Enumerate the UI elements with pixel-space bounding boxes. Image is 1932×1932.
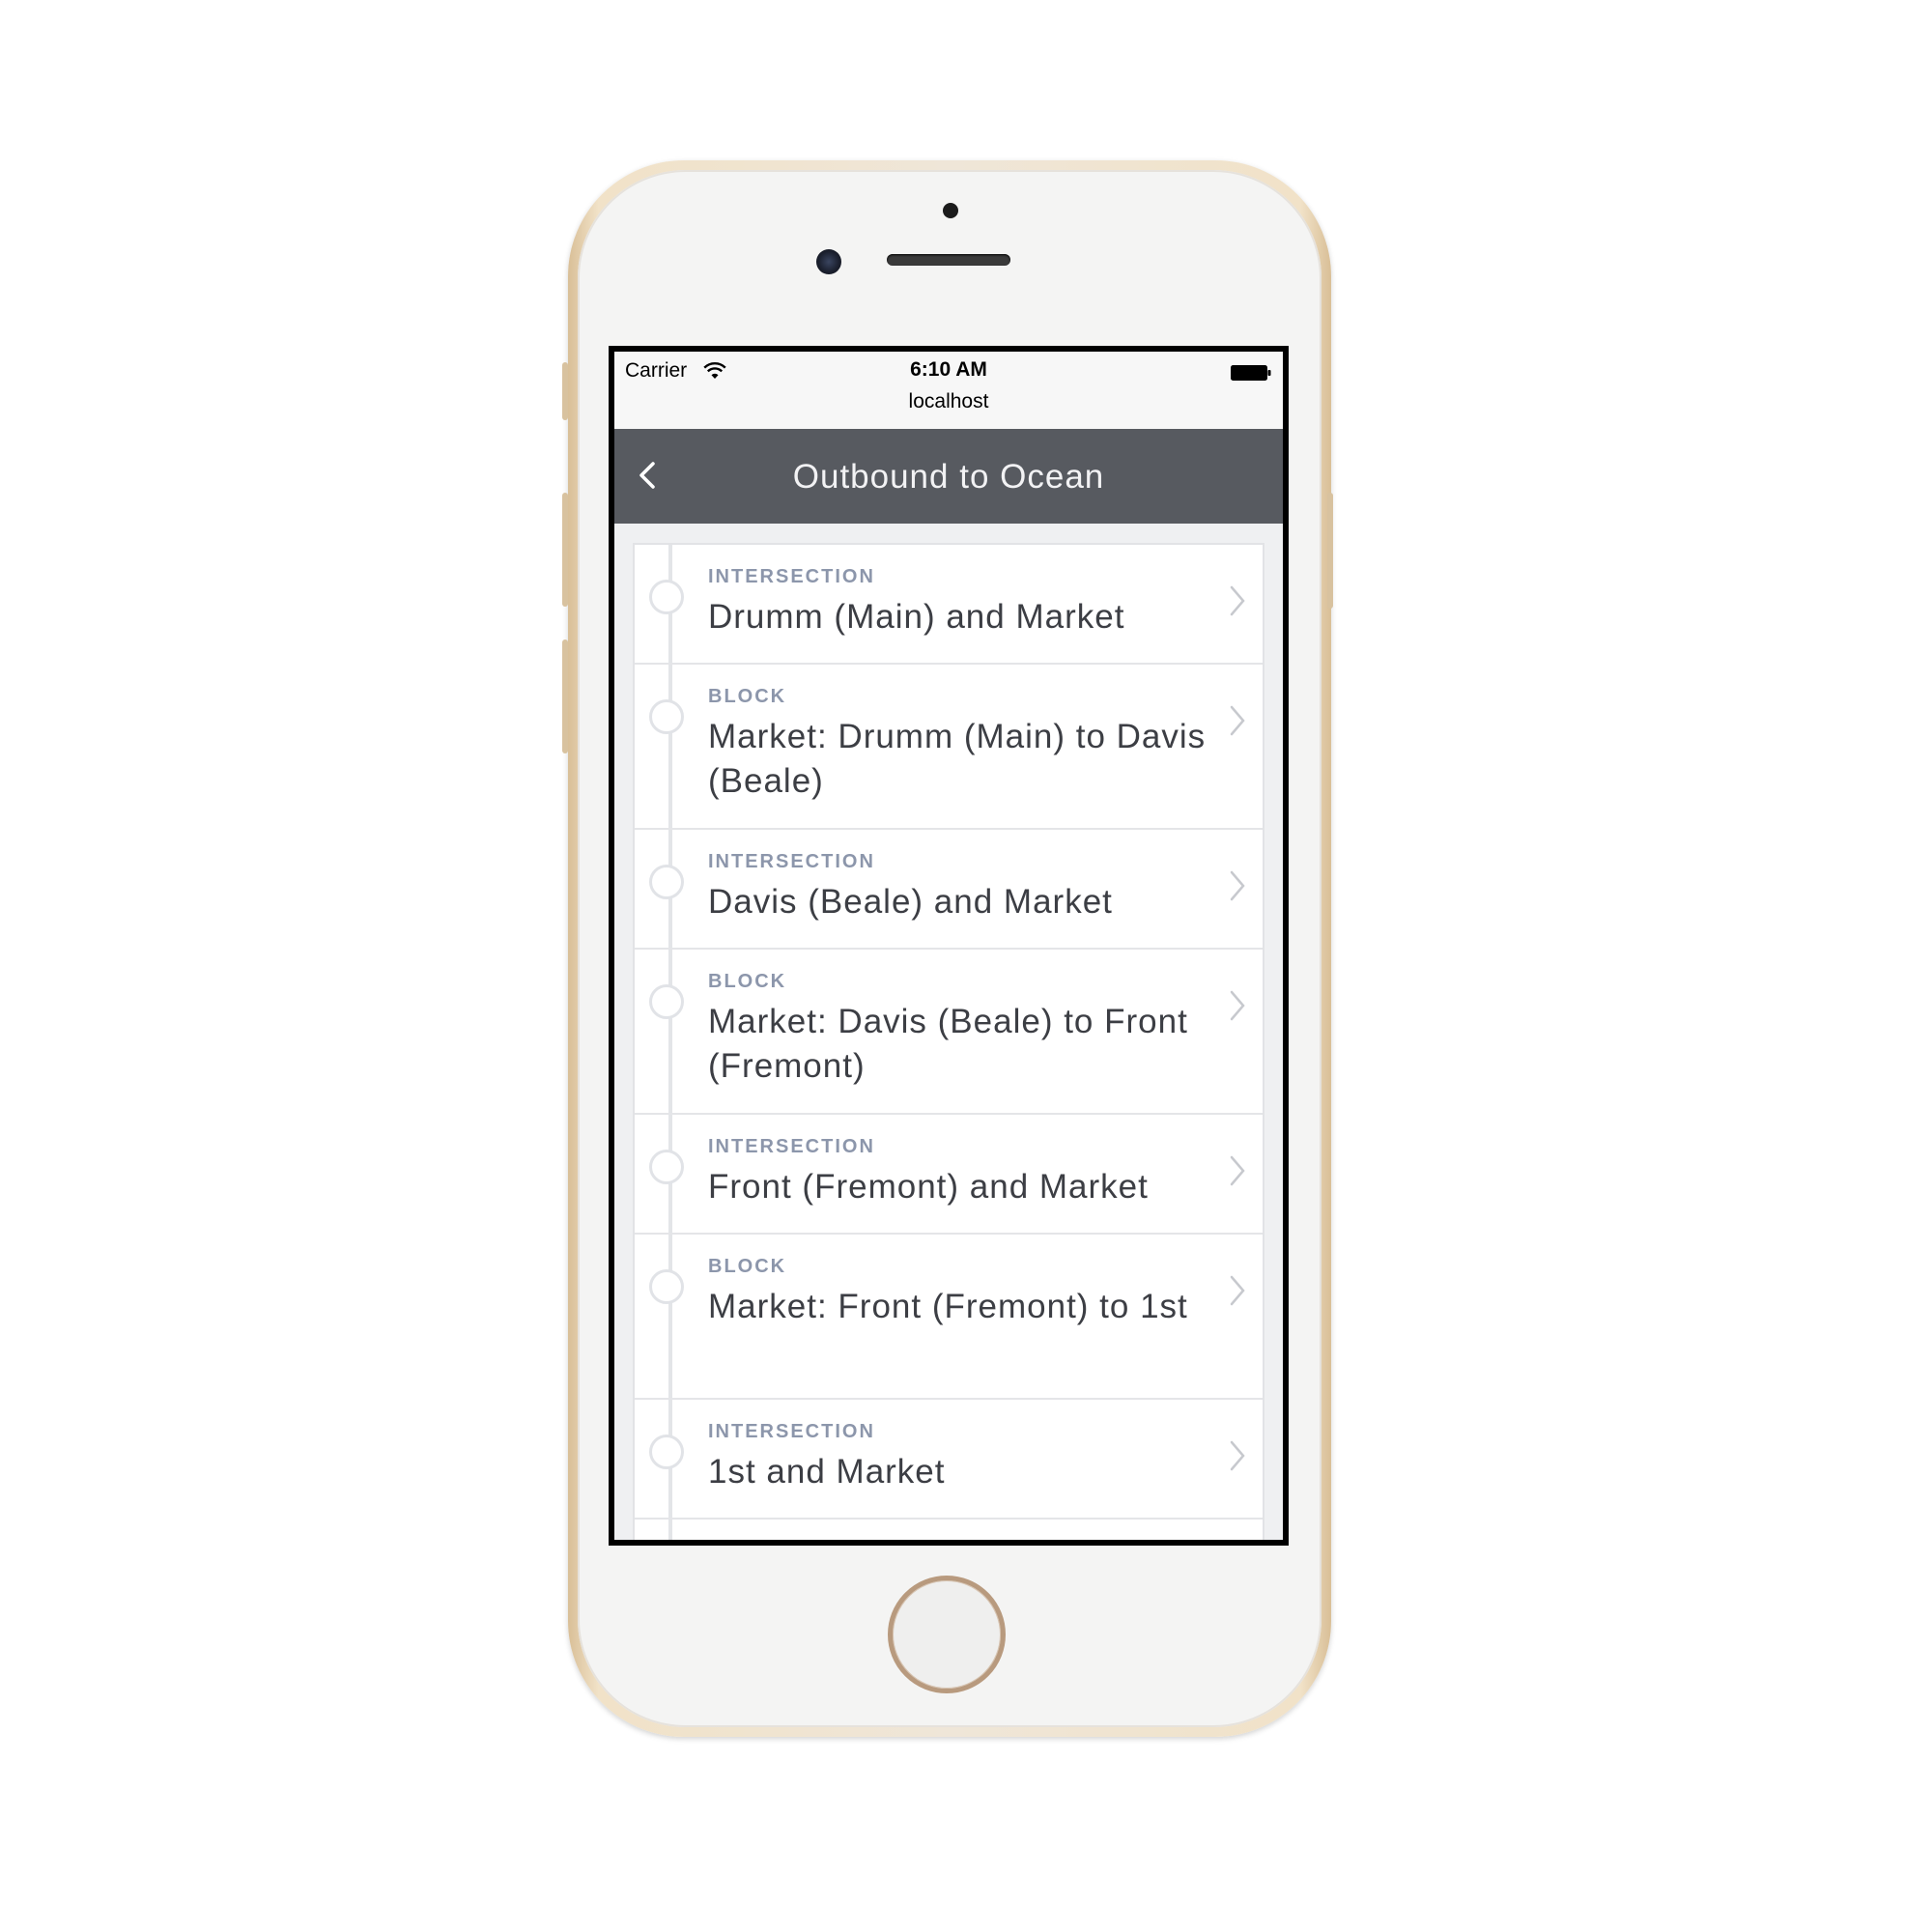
- front-camera-icon: [816, 249, 841, 274]
- item-kind: INTERSECTION: [708, 851, 875, 872]
- mute-switch: [562, 362, 568, 420]
- page-title: Outbound to Ocean: [792, 458, 1105, 496]
- battery-icon: [1231, 365, 1271, 381]
- item-kind: INTERSECTION: [708, 566, 875, 587]
- list-item[interactable]: BLOCK Market: Front (Fremont) to 1st: [635, 1235, 1263, 1400]
- item-name: Drumm (Main) and Market: [708, 598, 1125, 636]
- volume-up-button: [562, 493, 568, 607]
- timeline-node-icon: [649, 580, 684, 614]
- item-kind: INTERSECTION: [708, 1136, 875, 1157]
- chevron-right-icon: [1230, 1155, 1245, 1186]
- item-name: Market: Front (Fremont) to 1st: [708, 1288, 1188, 1325]
- item-kind: INTERSECTION: [708, 1421, 875, 1442]
- power-button: [1327, 493, 1333, 609]
- phone-screen: Carrier 6:10 AM localhost Outbound to Oc…: [609, 346, 1289, 1546]
- chevron-right-icon: [1230, 705, 1245, 736]
- item-name: Front (Fremont) and Market: [708, 1168, 1149, 1206]
- item-kind: BLOCK: [708, 971, 787, 992]
- timeline-node-icon: [649, 1269, 684, 1304]
- home-button[interactable]: [888, 1576, 1006, 1693]
- list-item[interactable]: INTERSECTION Davis (Beale) and Market: [635, 830, 1263, 950]
- timeline-node-icon: [649, 1435, 684, 1469]
- chevron-right-icon: [1230, 1275, 1245, 1306]
- screen-content: Carrier 6:10 AM localhost Outbound to Oc…: [614, 352, 1283, 1540]
- item-kind: BLOCK: [708, 686, 787, 707]
- chevron-right-icon: [1230, 870, 1245, 901]
- item-name: 1st and Market: [708, 1453, 946, 1491]
- list-item[interactable]: INTERSECTION 1st and Market: [635, 1400, 1263, 1520]
- timeline-node-icon: [649, 984, 684, 1019]
- url-label[interactable]: localhost: [614, 390, 1283, 413]
- timeline-node-icon: [649, 699, 684, 734]
- volume-down-button: [562, 639, 568, 753]
- list-item-partial[interactable]: [635, 1520, 1263, 1540]
- chevron-right-icon: [1230, 990, 1245, 1021]
- nav-bar: Outbound to Ocean: [614, 429, 1283, 524]
- timeline-node-icon: [649, 1150, 684, 1184]
- chevron-right-icon: [1230, 1440, 1245, 1471]
- item-name: Davis (Beale) and Market: [708, 883, 1113, 921]
- list-item[interactable]: INTERSECTION Drumm (Main) and Market: [635, 545, 1263, 665]
- status-bar: Carrier 6:10 AM localhost: [614, 352, 1283, 429]
- item-name: Market: Drumm (Main) to Davis (Beale): [708, 718, 1207, 800]
- list-item[interactable]: BLOCK Market: Davis (Beale) to Front (Fr…: [635, 950, 1263, 1115]
- chevron-right-icon: [1230, 585, 1245, 616]
- list-item[interactable]: INTERSECTION Front (Fremont) and Market: [635, 1115, 1263, 1235]
- timeline-node-icon: [649, 865, 684, 899]
- stop-list: INTERSECTION Drumm (Main) and Market BLO…: [633, 543, 1264, 1540]
- earpiece-speaker: [887, 254, 1010, 266]
- list-item[interactable]: BLOCK Market: Drumm (Main) to Davis (Bea…: [635, 665, 1263, 830]
- status-time: 6:10 AM: [910, 358, 987, 381]
- item-kind: BLOCK: [708, 1256, 787, 1277]
- proximity-sensor-icon: [943, 203, 958, 218]
- item-name: Market: Davis (Beale) to Front (Fremont): [708, 1003, 1188, 1085]
